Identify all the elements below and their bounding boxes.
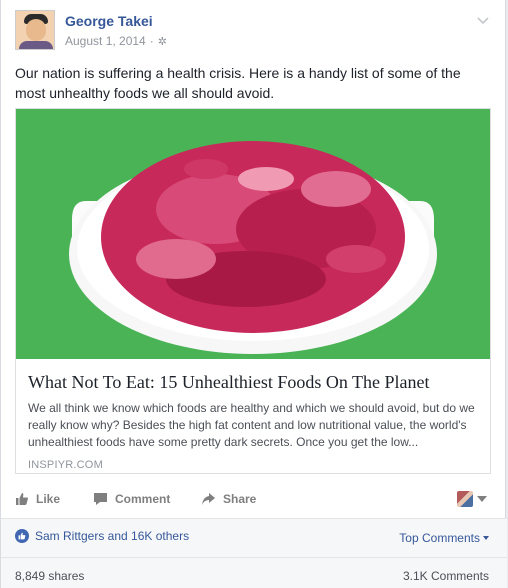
- post-header: George Takei August 1, 2014 · ✲: [15, 10, 491, 54]
- comment-button[interactable]: Comment: [93, 492, 170, 506]
- link-text: What Not To Eat: 15 Unhealthiest Foods O…: [28, 371, 480, 471]
- avatar-face: [26, 19, 46, 41]
- food-illustration: [16, 109, 490, 359]
- divider: [1, 557, 507, 558]
- date-separator: ·: [149, 34, 154, 48]
- share-button[interactable]: Share: [201, 492, 256, 506]
- like-label: Like: [36, 492, 61, 506]
- link-domain: INSPIYR.COM: [28, 459, 103, 471]
- top-comments-label: Top Comments: [399, 531, 480, 545]
- comments-count[interactable]: 3.1K Comments: [403, 569, 489, 583]
- author-name[interactable]: George Takei: [65, 13, 153, 29]
- like-badge-icon: [15, 529, 29, 543]
- comment-label: Comment: [115, 492, 171, 506]
- post-as-selector[interactable]: [457, 491, 487, 507]
- top-comments-dropdown[interactable]: Top Comments: [399, 531, 489, 545]
- link-title[interactable]: What Not To Eat: 15 Unhealthiest Foods O…: [28, 371, 480, 393]
- avatar-shirt: [19, 41, 53, 49]
- caret-down-icon: [483, 536, 489, 540]
- caret-down-icon: [477, 496, 487, 502]
- action-bar: Like Comment Share: [15, 488, 491, 516]
- post-meta: August 1, 2014 · ✲: [65, 34, 167, 48]
- share-label: Share: [223, 492, 257, 506]
- link-preview[interactable]: What Not To Eat: 15 Unhealthiest Foods O…: [15, 108, 491, 474]
- likes-text: Sam Rittgers and 16K others: [35, 529, 190, 543]
- link-description: We all think we know which foods are hea…: [28, 401, 475, 449]
- like-button[interactable]: Like: [15, 492, 60, 506]
- thumbs-up-icon: [16, 493, 28, 505]
- post-date[interactable]: August 1, 2014: [65, 34, 146, 48]
- author-avatar[interactable]: [15, 10, 55, 50]
- post-status-text: Our nation is suffering a health crisis.…: [15, 65, 461, 101]
- shares-count[interactable]: 8,849 shares: [15, 569, 84, 583]
- likes-summary[interactable]: Sam Rittgers and 16K others: [15, 529, 189, 543]
- comment-bubble-icon: [94, 493, 107, 505]
- engagement-footer: Sam Rittgers and 16K others Top Comments…: [1, 519, 507, 588]
- share-arrow-icon: [202, 493, 215, 505]
- bowl-of-pink-food-image[interactable]: [16, 109, 490, 359]
- profile-avatar-icon: [457, 491, 473, 507]
- gear-icon[interactable]: ✲: [158, 35, 167, 48]
- post-card: George Takei August 1, 2014 · ✲ Our nation…: [0, 0, 507, 588]
- chevron-down-icon[interactable]: [477, 14, 489, 26]
